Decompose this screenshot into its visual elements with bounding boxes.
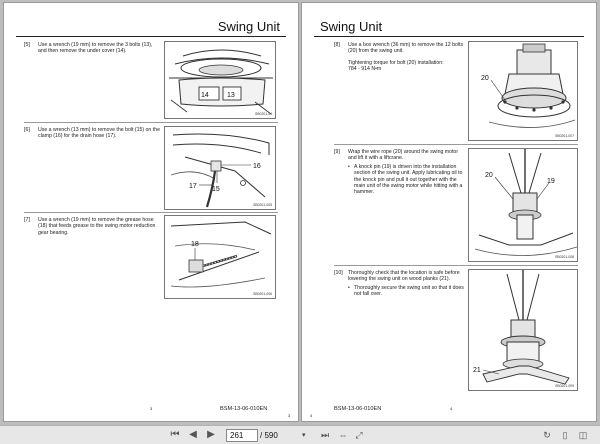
drain-hose-illustration: 16 17 15 bbox=[170, 133, 270, 208]
callout-20: 20 bbox=[481, 75, 489, 82]
single-page-icon[interactable]: ▯ bbox=[558, 428, 572, 442]
callout-13: 13 bbox=[227, 92, 235, 99]
step-number: [10] bbox=[334, 270, 343, 276]
separator bbox=[24, 122, 278, 123]
left-page: Swing Unit [5] Use a wrench (19 mm) to r… bbox=[3, 2, 299, 422]
callout-21: 21 bbox=[473, 367, 481, 374]
figure-code: SB0201-005 bbox=[253, 203, 272, 207]
step-bullet: A knock pin (19) is driven into the inst… bbox=[348, 164, 464, 196]
prev-page-icon[interactable]: ◀ bbox=[186, 428, 200, 442]
step-number: [5] bbox=[24, 42, 30, 48]
callout-16: 16 bbox=[253, 163, 261, 170]
figure-step-10: 21 SB0201-009 bbox=[468, 269, 578, 391]
step-text: Use a wrench (19 mm) to remove the greas… bbox=[38, 217, 156, 236]
figure-code: SB0201-008 bbox=[555, 255, 574, 259]
separator bbox=[24, 212, 278, 213]
callout-19: 19 bbox=[547, 178, 555, 185]
first-page-icon[interactable]: ⏮ bbox=[168, 428, 182, 442]
step-text: Use a box wrench (36 mm) to remove the 1… bbox=[348, 42, 464, 55]
callout-15: 15 bbox=[212, 186, 220, 193]
callout-18: 18 bbox=[191, 241, 199, 248]
callout-17: 17 bbox=[189, 183, 197, 190]
viewer-toolbar: ⏮ ◀ ▶ / 590 ▾ ⏭ ⇔ ⤢ ↻ ▯ ◫ bbox=[0, 425, 600, 444]
step-text: Thoroughly check that the location is sa… bbox=[348, 270, 460, 283]
page-number: 4 bbox=[450, 406, 453, 411]
figure-step-7: 18 SB0201-006 bbox=[164, 215, 276, 299]
header-rule bbox=[16, 36, 286, 37]
fit-page-icon[interactable]: ⤢ bbox=[352, 428, 366, 442]
header-rule bbox=[314, 36, 584, 37]
figure-step-5: 14 13 SB0201-04 bbox=[164, 41, 276, 119]
page-number-input[interactable] bbox=[226, 429, 258, 442]
step-text: Use a wrench (19 mm) to remove the 3 bol… bbox=[38, 42, 153, 55]
step-number: [9] bbox=[334, 149, 340, 155]
figure-step-6: 16 17 15 SB0201-005 bbox=[164, 126, 276, 210]
figure-step-8: 20 SB0201-007 bbox=[468, 41, 578, 141]
right-page: Swing Unit [8] Use a box wrench (36 mm) … bbox=[301, 2, 597, 422]
figure-code: SB0201-006 bbox=[253, 292, 272, 296]
figure-code: SB0201-009 bbox=[555, 384, 574, 388]
step-number: [8] bbox=[334, 42, 340, 48]
corner-number: 4 bbox=[310, 413, 313, 418]
page-header-title: Swing Unit bbox=[320, 19, 383, 34]
lower-on-planks-illustration: 21 bbox=[473, 270, 570, 385]
grease-hose-illustration: 18 bbox=[170, 221, 272, 288]
step-bullet: Thoroughly secure the swing unit so that… bbox=[348, 285, 464, 298]
next-page-icon[interactable]: ▶ bbox=[204, 428, 218, 442]
lift-swing-motor-illustration: 20 19 bbox=[474, 149, 577, 256]
figure-step-9: 20 19 SB0201-008 bbox=[468, 148, 578, 262]
page-number: 3 bbox=[150, 406, 153, 411]
step-text: Use a wrench (13 mm) to remove the bolt … bbox=[38, 127, 160, 140]
zoom-dropdown-icon[interactable]: ▾ bbox=[302, 429, 316, 442]
last-page-icon[interactable]: ⏭ bbox=[318, 428, 332, 442]
corner-number: 3 bbox=[288, 413, 291, 418]
figure-code: SB0201-04 bbox=[255, 112, 272, 116]
callout-20: 20 bbox=[485, 172, 493, 179]
under-cover-illustration: 14 13 bbox=[169, 49, 273, 115]
fit-width-icon[interactable]: ⇔ bbox=[336, 428, 350, 442]
separator bbox=[334, 265, 578, 266]
step-number: [7] bbox=[24, 217, 30, 223]
separator bbox=[334, 144, 578, 145]
torque-value: 784 - 914 N•m bbox=[348, 66, 382, 73]
figure-code: SB0201-007 bbox=[555, 134, 574, 138]
step-text: Wrap the wire rope (20) around the swing… bbox=[348, 149, 459, 162]
callout-14: 14 bbox=[201, 92, 209, 99]
rotate-icon[interactable]: ↻ bbox=[540, 428, 554, 442]
step-number: [6] bbox=[24, 127, 30, 133]
swing-motor-bolts-illustration: 20 bbox=[481, 43, 576, 128]
doc-code: BSM-13-06-010EN bbox=[334, 406, 382, 412]
page-header-title: Swing Unit bbox=[217, 19, 280, 34]
total-pages: / 590 bbox=[260, 431, 278, 440]
doc-code: BSM-13-06-010EN bbox=[220, 406, 268, 412]
two-page-icon[interactable]: ◫ bbox=[576, 428, 590, 442]
